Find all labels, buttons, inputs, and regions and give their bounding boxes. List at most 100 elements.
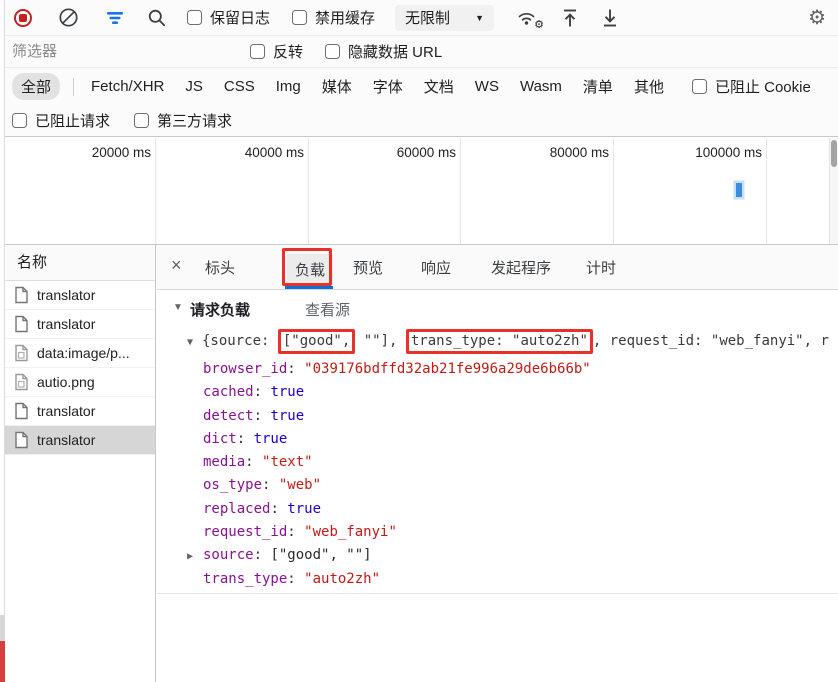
collapse-caret-icon[interactable]: ▼ — [173, 302, 183, 313]
payload-key: request_id — [203, 524, 288, 541]
request-row[interactable]: translator — [5, 397, 155, 426]
type-filter-fetch-xhr[interactable]: Fetch/XHR — [87, 75, 168, 98]
request-name: translator — [37, 403, 96, 419]
payload-value: ["good", ""] — [270, 547, 372, 564]
payload-value: "web" — [278, 477, 322, 494]
import-har-button[interactable] — [560, 7, 580, 29]
hide-data-urls-checkbox[interactable] — [325, 44, 341, 59]
disable-cache-label: 禁用缓存 — [315, 10, 376, 27]
payload-row: cached: true — [203, 384, 305, 401]
tab-preview[interactable]: 预览 — [353, 257, 383, 278]
payload-value: true — [270, 407, 305, 424]
payload-row: media: "text" — [203, 454, 313, 471]
network-main-area: 名称 translator translator data:image/p... — [5, 245, 838, 682]
request-row-selected[interactable]: translator — [5, 426, 155, 455]
third-party-requests-option: 第三方请求 — [134, 110, 232, 131]
timeline-scrollbar — [829, 138, 838, 244]
preserve-log-option: 保留日志 — [187, 7, 270, 28]
hide-data-urls-label: 隐藏数据 URL — [348, 44, 443, 61]
payload-value: "auto2zh" — [304, 570, 381, 587]
preserve-log-label: 保留日志 — [210, 10, 271, 27]
filter-toggle-button[interactable] — [105, 11, 125, 25]
payload-key: dict — [203, 430, 237, 447]
tab-initiator[interactable]: 发起程序 — [491, 257, 551, 278]
type-filter-ws[interactable]: WS — [471, 75, 503, 98]
type-filter-font[interactable]: 字体 — [369, 73, 407, 100]
collapse-caret-icon[interactable]: ▼ — [187, 331, 193, 354]
expand-caret-icon[interactable]: ▶ — [187, 545, 193, 568]
document-icon — [14, 402, 29, 420]
throttling-select[interactable]: 无限制 ▼ — [395, 4, 495, 31]
preserve-log-checkbox[interactable] — [187, 10, 202, 25]
type-filter-js[interactable]: JS — [181, 75, 207, 98]
blocked-cookies-option: 已阻止 Cookie — [691, 76, 811, 97]
payload-key: browser_id — [203, 361, 288, 377]
request-row[interactable]: data:image/p... — [5, 339, 155, 368]
summary-boxed-trans-type: trans_type: "auto2zh" — [410, 333, 588, 349]
request-list-panel: 名称 translator translator data:image/p... — [5, 245, 156, 682]
export-har-icon — [604, 9, 617, 26]
type-filter-other[interactable]: 其他 — [630, 73, 668, 100]
tab-response[interactable]: 响应 — [421, 257, 451, 278]
image-icon — [14, 344, 29, 362]
request-name: data:image/p... — [37, 345, 130, 361]
tab-headers[interactable]: 标头 — [205, 257, 235, 278]
third-party-requests-checkbox[interactable] — [134, 113, 150, 128]
request-row[interactable]: translator — [5, 310, 155, 339]
type-filter-all[interactable]: 全部 — [12, 73, 61, 100]
tab-payload[interactable]: 负载 — [287, 254, 334, 285]
payload-bottom-divider — [157, 593, 838, 594]
export-har-button[interactable] — [600, 7, 620, 29]
blocked-cookies-checkbox[interactable] — [691, 79, 707, 94]
network-conditions-button[interactable]: ⚙ — [516, 8, 544, 31]
waterfall-request-bar[interactable] — [736, 183, 742, 197]
request-name: translator — [37, 432, 96, 448]
request-name: autio.png — [37, 374, 95, 390]
close-detail-button[interactable]: × — [171, 255, 182, 276]
payload-key: trans_type — [203, 570, 288, 587]
summary-mid: ""], — [355, 333, 406, 349]
payload-value: true — [287, 500, 322, 517]
payload-row: os_type: "web" — [203, 477, 322, 494]
filter-icon — [107, 11, 123, 24]
page-edge-gray-strip — [0, 615, 5, 641]
filter-bar: 反转 隐藏数据 URL — [5, 36, 838, 68]
timeline-tick: 20000 ms — [91, 145, 151, 160]
type-filter-manifest[interactable]: 清单 — [579, 73, 617, 100]
type-filter-wasm[interactable]: Wasm — [516, 75, 566, 98]
request-row[interactable]: autio.png — [5, 368, 155, 397]
search-button[interactable] — [147, 8, 167, 28]
name-column-header[interactable]: 名称 — [5, 245, 155, 281]
request-row[interactable]: translator — [5, 281, 155, 310]
clear-network-log-button[interactable] — [58, 7, 79, 28]
filter-input[interactable] — [12, 39, 237, 64]
request-payload-title: 请求负载 — [190, 302, 251, 319]
type-filter-doc[interactable]: 文档 — [420, 73, 458, 100]
view-source-link[interactable]: 查看源 — [305, 299, 350, 320]
chip-divider — [73, 77, 75, 96]
payload-row-expandable: ▶ source: ["good", ""] — [157, 544, 838, 567]
payload-key: detect — [203, 407, 254, 424]
record-network-log-button[interactable] — [14, 8, 32, 27]
timeline-overview[interactable]: 20000 ms 40000 ms 60000 ms 80000 ms 1000… — [5, 138, 838, 245]
blocked-requests-checkbox[interactable] — [12, 113, 27, 128]
summary-suffix: , request_id: "web_fanyi", r — [592, 333, 829, 349]
type-filter-css[interactable]: CSS — [220, 75, 259, 98]
disable-cache-checkbox[interactable] — [292, 10, 308, 25]
timeline-tick: 100000 ms — [695, 145, 762, 160]
settings-gear-button[interactable]: ⚙ — [808, 5, 826, 30]
chevron-down-icon: ▼ — [475, 12, 485, 23]
payload-row: replaced: true — [203, 500, 322, 517]
payload-view: ▼ 请求负载 查看源 ▼ {source: ["good", ""], tran… — [157, 290, 838, 682]
timeline-tick: 40000 ms — [244, 145, 304, 160]
annotation-box-source-value: ["good", — [277, 329, 356, 354]
summary-boxed-source: ["good", — [282, 333, 351, 349]
invert-filter-checkbox[interactable] — [250, 44, 265, 59]
network-toolbar: 保留日志 禁用缓存 无限制 ▼ ⚙ ⚙ — [5, 0, 838, 36]
type-filter-media[interactable]: 媒体 — [318, 73, 356, 100]
timeline-scrollbar-thumb[interactable] — [831, 140, 837, 167]
payload-key: cached — [203, 384, 254, 401]
type-filter-img[interactable]: Img — [272, 75, 305, 98]
tab-timing[interactable]: 计时 — [586, 257, 616, 278]
payload-summary-row[interactable]: ▼ {source: ["good", ""], trans_type: "au… — [157, 329, 838, 354]
